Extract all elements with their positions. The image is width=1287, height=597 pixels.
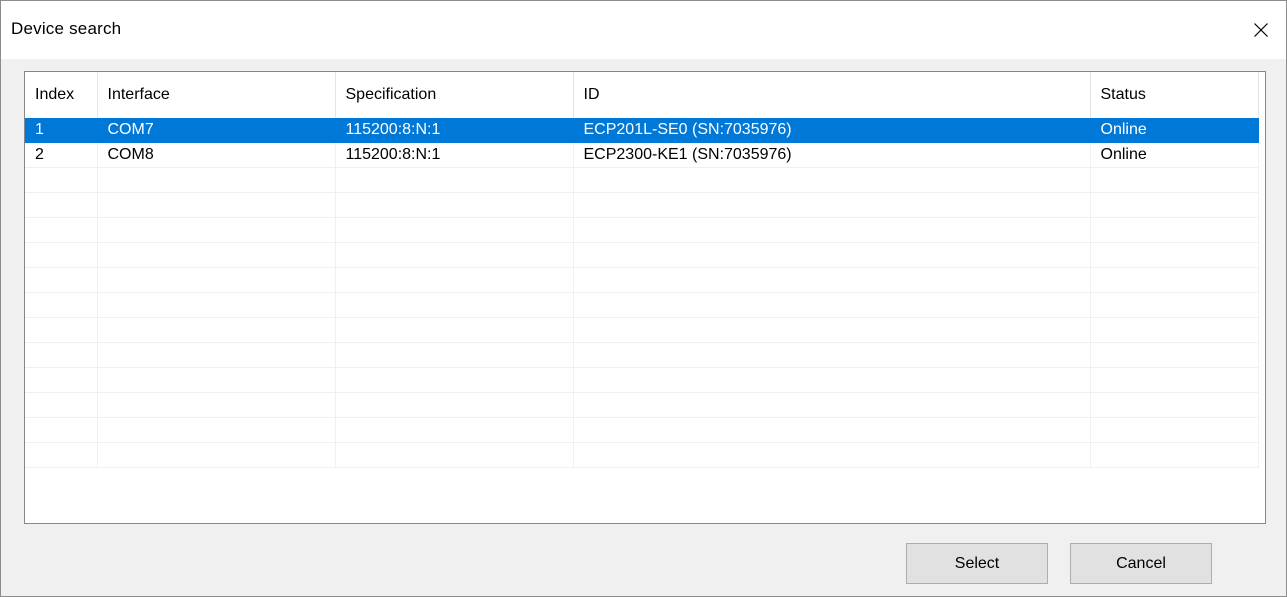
cell-index: 2 bbox=[25, 142, 98, 168]
empty-cell bbox=[25, 317, 98, 343]
cell-id: ECP201L-SE0 (SN:7035976) bbox=[573, 118, 1091, 143]
empty-cell bbox=[573, 417, 1091, 443]
empty-table-row bbox=[25, 292, 1259, 318]
empty-cell bbox=[97, 317, 336, 343]
empty-cell bbox=[97, 217, 336, 243]
empty-cell bbox=[335, 167, 574, 193]
empty-table-row bbox=[25, 267, 1259, 293]
empty-table-row bbox=[25, 442, 1259, 468]
empty-cell bbox=[25, 242, 98, 268]
empty-cell bbox=[335, 442, 574, 468]
empty-cell bbox=[25, 167, 98, 193]
empty-cell bbox=[1090, 217, 1259, 243]
cell-specification: 115200:8:N:1 bbox=[335, 142, 574, 168]
empty-cell bbox=[1090, 367, 1259, 393]
empty-cell bbox=[97, 342, 336, 368]
cell-specification: 115200:8:N:1 bbox=[335, 118, 574, 143]
column-header-id[interactable]: ID bbox=[573, 72, 1091, 118]
empty-cell bbox=[335, 317, 574, 343]
column-header-interface[interactable]: Interface bbox=[97, 72, 336, 118]
cell-status: Online bbox=[1090, 142, 1259, 168]
cell-status: Online bbox=[1090, 118, 1259, 143]
select-button[interactable]: Select bbox=[906, 543, 1048, 584]
empty-cell bbox=[573, 442, 1091, 468]
dialog-title: Device search bbox=[11, 19, 122, 38]
empty-cell bbox=[1090, 317, 1259, 343]
empty-cell bbox=[335, 292, 574, 318]
empty-cell bbox=[97, 192, 336, 218]
empty-cell bbox=[1090, 342, 1259, 368]
column-header-status[interactable]: Status bbox=[1090, 72, 1259, 118]
empty-cell bbox=[573, 292, 1091, 318]
cancel-button[interactable]: Cancel bbox=[1070, 543, 1212, 584]
empty-cell bbox=[97, 167, 336, 193]
empty-cell bbox=[97, 242, 336, 268]
empty-cell bbox=[573, 167, 1091, 193]
empty-cell bbox=[97, 367, 336, 393]
empty-cell bbox=[335, 217, 574, 243]
column-header-index[interactable]: Index bbox=[25, 72, 98, 118]
empty-table-row bbox=[25, 217, 1259, 243]
empty-cell bbox=[25, 342, 98, 368]
empty-cell bbox=[25, 192, 98, 218]
empty-table-row bbox=[25, 417, 1259, 443]
empty-cell bbox=[25, 417, 98, 443]
empty-table-row bbox=[25, 192, 1259, 218]
device-list[interactable]: Index Interface Specification ID Status … bbox=[24, 71, 1266, 524]
table-row[interactable]: 1 COM7 115200:8:N:1 ECP201L-SE0 (SN:7035… bbox=[25, 118, 1259, 143]
empty-cell bbox=[25, 392, 98, 418]
empty-cell bbox=[573, 367, 1091, 393]
empty-cell bbox=[335, 392, 574, 418]
empty-cell bbox=[335, 192, 574, 218]
empty-cell bbox=[97, 392, 336, 418]
empty-cell bbox=[25, 267, 98, 293]
empty-cell bbox=[1090, 267, 1259, 293]
table-header: Index Interface Specification ID Status bbox=[25, 72, 1259, 118]
empty-table-row bbox=[25, 317, 1259, 343]
empty-table-row bbox=[25, 242, 1259, 268]
title-bar: Device search bbox=[1, 1, 1286, 59]
cell-index: 1 bbox=[25, 118, 98, 143]
column-header-specification[interactable]: Specification bbox=[335, 72, 574, 118]
cell-id: ECP2300-KE1 (SN:7035976) bbox=[573, 142, 1091, 168]
empty-table-row bbox=[25, 392, 1259, 418]
empty-cell bbox=[573, 217, 1091, 243]
empty-cell bbox=[335, 417, 574, 443]
close-button[interactable] bbox=[1244, 13, 1278, 47]
empty-cell bbox=[1090, 192, 1259, 218]
empty-cell bbox=[573, 342, 1091, 368]
empty-cell bbox=[25, 442, 98, 468]
empty-cell bbox=[97, 292, 336, 318]
empty-table-row bbox=[25, 167, 1259, 193]
empty-cell bbox=[97, 442, 336, 468]
empty-cell bbox=[573, 242, 1091, 268]
device-table: Index Interface Specification ID Status … bbox=[25, 72, 1259, 468]
empty-cell bbox=[25, 217, 98, 243]
close-icon bbox=[1254, 23, 1268, 37]
device-search-dialog: Device search Index Interface Specificat… bbox=[0, 0, 1287, 597]
cell-interface: COM8 bbox=[97, 142, 336, 168]
empty-cell bbox=[1090, 242, 1259, 268]
empty-cell bbox=[573, 317, 1091, 343]
empty-cell bbox=[25, 367, 98, 393]
table-row[interactable]: 2 COM8 115200:8:N:1 ECP2300-KE1 (SN:7035… bbox=[25, 142, 1259, 168]
empty-cell bbox=[573, 192, 1091, 218]
empty-cell bbox=[1090, 292, 1259, 318]
empty-cell bbox=[573, 392, 1091, 418]
empty-cell bbox=[97, 267, 336, 293]
empty-cell bbox=[1090, 167, 1259, 193]
empty-table-row bbox=[25, 342, 1259, 368]
empty-table-row bbox=[25, 367, 1259, 393]
empty-cell bbox=[1090, 417, 1259, 443]
cell-interface: COM7 bbox=[97, 118, 336, 143]
empty-cell bbox=[335, 367, 574, 393]
empty-cell bbox=[97, 417, 336, 443]
empty-cell bbox=[25, 292, 98, 318]
empty-cell bbox=[335, 342, 574, 368]
empty-cell bbox=[335, 242, 574, 268]
empty-cell bbox=[335, 267, 574, 293]
empty-cell bbox=[1090, 392, 1259, 418]
empty-cell bbox=[573, 267, 1091, 293]
empty-cell bbox=[1090, 442, 1259, 468]
